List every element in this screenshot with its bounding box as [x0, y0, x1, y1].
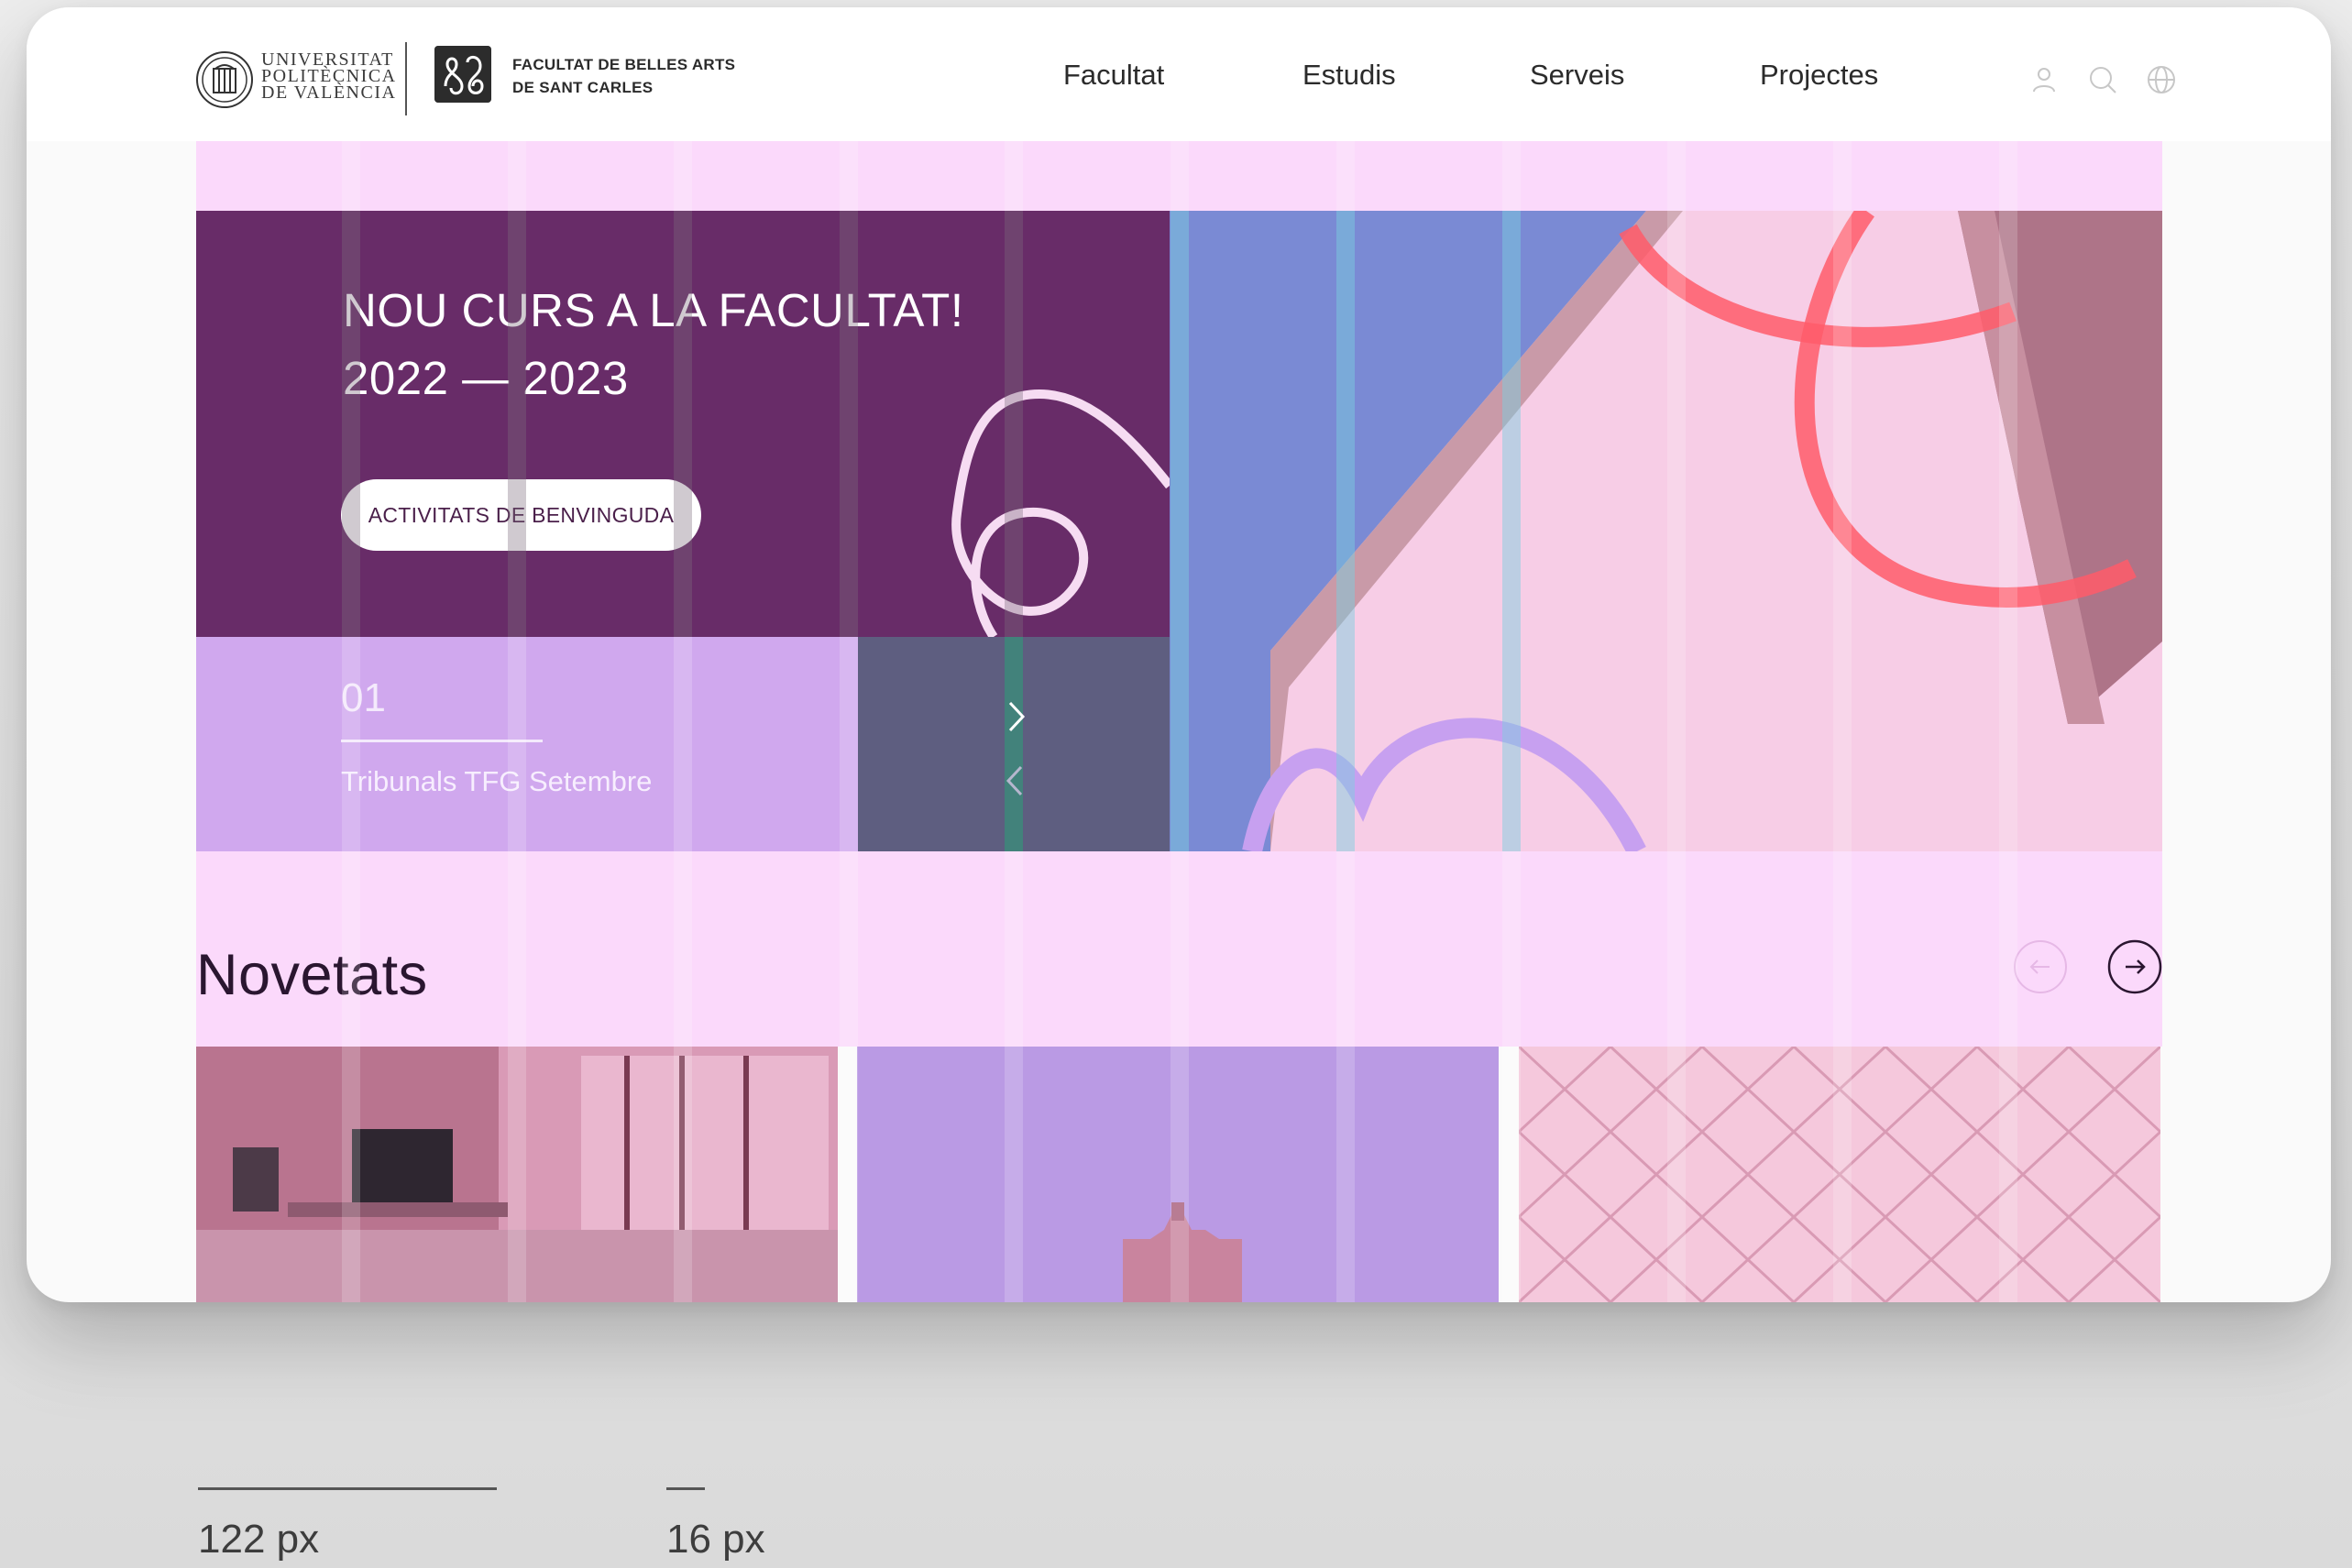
building-photo — [1170, 211, 2162, 851]
nav-item-serveis[interactable]: Serveis — [1530, 59, 1624, 92]
studio-workspace-photo — [196, 1047, 838, 1302]
nav-item-estudis[interactable]: Estudis — [1302, 59, 1396, 92]
grid-overlay-middle — [196, 851, 2162, 1047]
logo-divider — [405, 42, 407, 115]
slider-controls-strip — [1005, 637, 1023, 851]
gutter-width-line — [666, 1487, 705, 1490]
hero-squiggle-graphic — [951, 389, 1170, 637]
arrow-left-icon[interactable] — [2013, 939, 2068, 994]
chevron-left-icon[interactable] — [997, 758, 1034, 804]
search-icon[interactable] — [2087, 64, 2118, 95]
hero-building-image — [1170, 211, 2162, 851]
university-seal-icon — [196, 51, 253, 108]
slide-info-panel: 01 Tribunals TFG Setembre — [196, 637, 858, 851]
nav-item-facultat[interactable]: Facultat — [1063, 59, 1164, 92]
faculty-name-line2: DE SANT CARLES — [512, 79, 654, 96]
gutter-width-label: 16 px — [666, 1517, 765, 1562]
faculty-name-line1: FACULTAT DE BELLES ARTS — [512, 56, 736, 73]
faculty-name: FACULTAT DE BELLES ARTS DE SANT CARLES — [512, 53, 735, 99]
nav-item-projectes[interactable]: Projectes — [1760, 59, 1878, 92]
glass-ceiling-grid-photo — [1519, 1047, 2160, 1302]
building-tower-photo — [857, 1047, 1499, 1302]
browser-frame: UNIVERSITAT POLITÈCNICA DE VALÈNCIA FACU… — [27, 7, 2331, 1302]
slider-controls — [858, 637, 1170, 851]
hero-title-line2: 2022 — 2023 — [343, 352, 629, 404]
faculty-logo-icon[interactable] — [434, 46, 491, 103]
university-name: UNIVERSITAT POLITÈCNICA DE VALÈNCIA — [261, 49, 397, 103]
column-width-label: 122 px — [198, 1517, 320, 1562]
grid-overlay-top — [196, 141, 2162, 211]
news-section-title: Novetats — [196, 943, 428, 1007]
news-card-3[interactable] — [1519, 1047, 2160, 1302]
welcome-activities-button[interactable]: ACTIVITATS DE BENVINGUDA — [341, 479, 701, 551]
user-icon[interactable] — [2028, 64, 2060, 95]
hero-title-line1: NOU CURS A LA FACULTAT! — [343, 284, 964, 336]
news-card-1[interactable] — [196, 1047, 838, 1302]
slide-progress-line — [341, 740, 543, 742]
slide-caption[interactable]: Tribunals TFG Setembre — [341, 765, 652, 798]
chevron-right-icon[interactable] — [997, 694, 1034, 740]
globe-icon[interactable] — [2146, 64, 2177, 95]
slide-number: 01 — [341, 675, 386, 720]
column-width-line — [198, 1487, 497, 1490]
hero-banner: NOU CURS A LA FACULTAT! 2022 — 2023 ACTI… — [196, 211, 1170, 637]
news-card-2[interactable] — [857, 1047, 1499, 1302]
arrow-right-icon[interactable] — [2107, 939, 2162, 994]
hero-title: NOU CURS A LA FACULTAT! 2022 — 2023 — [343, 277, 964, 412]
top-navbar: UNIVERSITAT POLITÈCNICA DE VALÈNCIA FACU… — [27, 7, 2331, 141]
